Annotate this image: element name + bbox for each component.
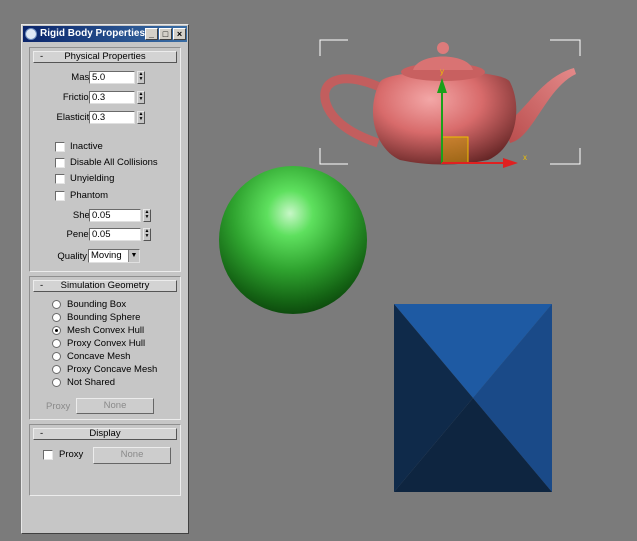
rigid-body-properties-dialog: Rigid Body Properties _ □ × - Physical P… <box>21 24 189 534</box>
svg-text:x: x <box>523 153 527 162</box>
display-rollout: - Display Proxy None <box>29 424 181 496</box>
maximize-button[interactable]: □ <box>159 28 172 40</box>
mass-field[interactable]: 5.0 <box>89 71 135 84</box>
elasticity-field[interactable]: 0.3 <box>89 111 135 124</box>
physical-properties-header[interactable]: - Physical Properties <box>33 51 177 63</box>
minimize-button[interactable]: _ <box>145 28 158 40</box>
inactive-label: Inactive <box>70 141 103 152</box>
window-title: Rigid Body Properties <box>40 28 146 39</box>
rollout-title: Simulation Geometry <box>60 280 150 291</box>
bounding-box-label: Bounding Box <box>67 299 127 310</box>
unyielding-checkbox[interactable] <box>55 174 65 184</box>
not-shared-radio[interactable] <box>52 378 61 387</box>
bounding-sphere-label: Bounding Sphere <box>67 312 141 323</box>
unyielding-label: Unyielding <box>70 173 115 184</box>
phantom-checkbox[interactable] <box>55 191 65 201</box>
chevron-down-icon[interactable]: ▼ <box>128 250 139 262</box>
bounding-sphere-radio[interactable] <box>52 313 61 322</box>
rollout-title: Physical Properties <box>64 51 146 62</box>
friction-field[interactable]: 0.3 <box>89 91 135 104</box>
disable-all-collisions-checkbox[interactable] <box>55 158 65 168</box>
app-icon <box>25 28 37 40</box>
quality-dropdown[interactable]: Moving ▼ <box>88 249 140 263</box>
proxy-convex-hull-radio[interactable] <box>52 339 61 348</box>
quality-value: Moving <box>91 250 122 261</box>
proxy-concave-mesh-radio[interactable] <box>52 365 61 374</box>
proxy-label: Proxy <box>46 401 71 412</box>
proxy-concave-mesh-label: Proxy Concave Mesh <box>67 364 158 375</box>
proxy-none-button[interactable]: None <box>76 398 154 414</box>
inactive-checkbox[interactable] <box>55 142 65 152</box>
concave-mesh-label: Concave Mesh <box>67 351 131 362</box>
penet-field[interactable]: 0.05 <box>89 228 141 241</box>
shell-spinner[interactable]: ▲ ▼ <box>143 209 151 222</box>
simulation-geometry-rollout: - Simulation Geometry Bounding Box Bound… <box>29 276 181 420</box>
simulation-geometry-header[interactable]: - Simulation Geometry <box>33 280 177 292</box>
teapot-object[interactable]: y x <box>318 38 582 168</box>
elasticity-spinner[interactable]: ▲ ▼ <box>137 111 145 124</box>
quality-label: Quality <box>57 251 87 262</box>
mesh-convex-hull-label: Mesh Convex Hull <box>67 325 145 336</box>
disable-all-collisions-label: Disable All Collisions <box>70 157 158 168</box>
not-shared-label: Not Shared <box>67 377 116 388</box>
rollout-title: Display <box>89 428 121 439</box>
mass-spinner[interactable]: ▲ ▼ <box>137 71 145 84</box>
title-bar[interactable]: Rigid Body Properties _ □ × <box>23 26 187 42</box>
friction-spinner[interactable]: ▲ ▼ <box>137 91 145 104</box>
display-header[interactable]: - Display <box>33 428 177 440</box>
close-button[interactable]: × <box>173 28 186 40</box>
proxy-convex-hull-label: Proxy Convex Hull <box>67 338 146 349</box>
sphere-object[interactable] <box>219 166 367 314</box>
svg-text:y: y <box>440 67 444 76</box>
display-proxy-label: Proxy <box>59 449 84 460</box>
mesh-convex-hull-radio[interactable] <box>52 326 61 335</box>
penet-spinner[interactable]: ▲ ▼ <box>143 228 151 241</box>
display-proxy-none-button[interactable]: None <box>93 447 171 464</box>
bounding-box-radio[interactable] <box>52 300 61 309</box>
display-proxy-checkbox[interactable] <box>43 450 53 460</box>
concave-mesh-radio[interactable] <box>52 352 61 361</box>
physical-properties-rollout: - Physical Properties Mass 5.0 ▲ ▼ Fricti… <box>29 47 181 272</box>
box-object[interactable] <box>394 304 552 492</box>
shell-field[interactable]: 0.05 <box>89 209 141 222</box>
phantom-label: Phantom <box>70 190 109 201</box>
